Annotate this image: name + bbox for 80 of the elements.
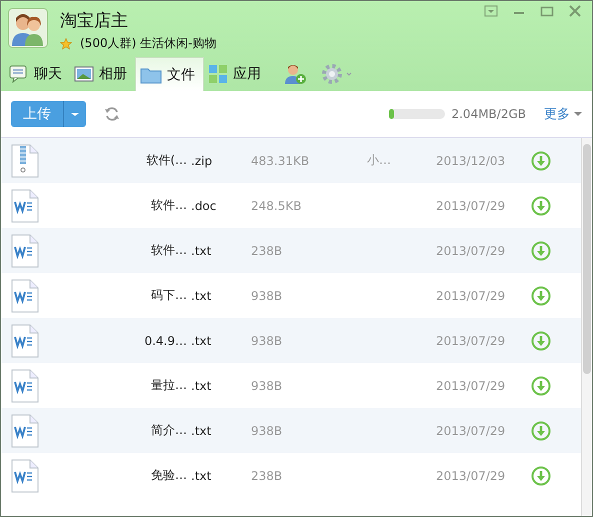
zip-file-icon	[11, 144, 39, 178]
group-name: 淘宝店主	[60, 10, 129, 32]
download-icon[interactable]	[531, 240, 551, 260]
file-row[interactable]: 软件… .txt 238B 2013/07/29	[1, 228, 581, 273]
file-size: 938B	[251, 424, 284, 438]
file-name: 免验…	[150, 467, 187, 484]
file-size: 238B	[251, 244, 284, 258]
download-icon[interactable]	[531, 466, 551, 486]
word-document-icon	[11, 324, 39, 358]
nav-tab[interactable]: 应用	[204, 57, 269, 91]
word-document-icon	[11, 188, 39, 222]
nav-tab[interactable]: 相册	[70, 57, 135, 91]
file-row[interactable]: 简介… .txt 938B 2013/07/29	[1, 408, 581, 453]
file-extension: .txt	[191, 378, 212, 392]
more-menu-button[interactable]: 更多	[544, 105, 582, 123]
maximize-icon[interactable]	[540, 5, 554, 17]
skin-button-icon[interactable]	[484, 5, 498, 17]
file-extension: .txt	[191, 288, 212, 302]
group-info: (500人群) 生活休闲-购物	[80, 35, 216, 52]
file-row[interactable]: 0.4.9… .txt 938B 2013/07/29	[1, 318, 581, 363]
file-extension: .txt	[191, 334, 212, 348]
folder-icon	[140, 66, 162, 84]
file-size: 248.5KB	[251, 198, 302, 212]
file-extension: .txt	[191, 244, 212, 258]
word-document-icon	[11, 368, 39, 402]
nav-tab[interactable]: 文件	[135, 57, 204, 91]
word-document-icon	[11, 278, 39, 312]
caret-icon	[574, 111, 582, 117]
download-icon[interactable]	[531, 420, 551, 440]
storage-reading: 2.04MB/2GB	[451, 107, 526, 121]
file-row[interactable]: 软件(… .zip 483.31KB 小… 2013/12/03	[1, 138, 581, 183]
word-document-icon	[11, 458, 39, 492]
file-name: 软件…	[150, 242, 187, 259]
file-extension: .zip	[191, 154, 214, 168]
upload-date: 2013/07/29	[436, 288, 506, 302]
settings-icon[interactable]	[321, 63, 353, 85]
scrollbar[interactable]	[581, 138, 592, 516]
file-size: 938B	[251, 378, 284, 392]
upload-date: 2013/07/29	[436, 424, 506, 438]
file-name: 简介…	[150, 422, 187, 439]
storage-bar	[389, 109, 446, 119]
nav-tab[interactable]: 聊天	[5, 57, 70, 91]
chat-bubble-icon	[9, 65, 29, 83]
file-size: 938B	[251, 288, 284, 302]
file-row[interactable]: 码下… .txt 938B 2013/07/29	[1, 273, 581, 318]
star-icon	[60, 38, 72, 50]
grid-icon	[208, 65, 228, 83]
file-size: 483.31KB	[251, 154, 310, 168]
upload-date: 2013/07/29	[436, 468, 506, 482]
download-icon[interactable]	[531, 330, 551, 350]
upload-date: 2013/07/29	[436, 244, 506, 258]
group-avatar-icon	[8, 8, 48, 48]
picture-icon	[74, 65, 94, 83]
add-member-icon[interactable]	[283, 63, 307, 85]
file-name: 量拉…	[150, 377, 187, 394]
file-extension: .doc	[191, 198, 218, 212]
file-name: 码下…	[150, 287, 187, 304]
download-icon[interactable]	[531, 150, 551, 170]
download-icon[interactable]	[531, 286, 551, 306]
file-name: 0.4.9…	[143, 334, 187, 348]
word-document-icon	[11, 414, 39, 448]
upload-date: 2013/12/03	[436, 154, 506, 168]
file-extension: .txt	[191, 424, 212, 438]
upload-date: 2013/07/29	[436, 334, 506, 348]
uploader-name: 小…	[367, 153, 391, 167]
refresh-icon[interactable]	[104, 106, 120, 122]
file-row[interactable]: 免验… .txt 238B 2013/07/29	[1, 453, 581, 498]
word-document-icon	[11, 234, 39, 268]
file-row[interactable]: 软件… .doc 248.5KB 2013/07/29	[1, 183, 581, 228]
close-icon[interactable]	[568, 5, 582, 17]
file-name: 软件…	[150, 197, 187, 214]
upload-date: 2013/07/29	[436, 198, 506, 212]
file-size: 238B	[251, 468, 284, 482]
file-name: 软件(…	[145, 152, 187, 169]
upload-date: 2013/07/29	[436, 378, 506, 392]
file-row[interactable]: 量拉… .txt 938B 2013/07/29	[1, 363, 581, 408]
file-extension: .txt	[191, 468, 212, 482]
download-icon[interactable]	[531, 376, 551, 396]
file-size: 938B	[251, 334, 284, 348]
download-icon[interactable]	[531, 196, 551, 216]
